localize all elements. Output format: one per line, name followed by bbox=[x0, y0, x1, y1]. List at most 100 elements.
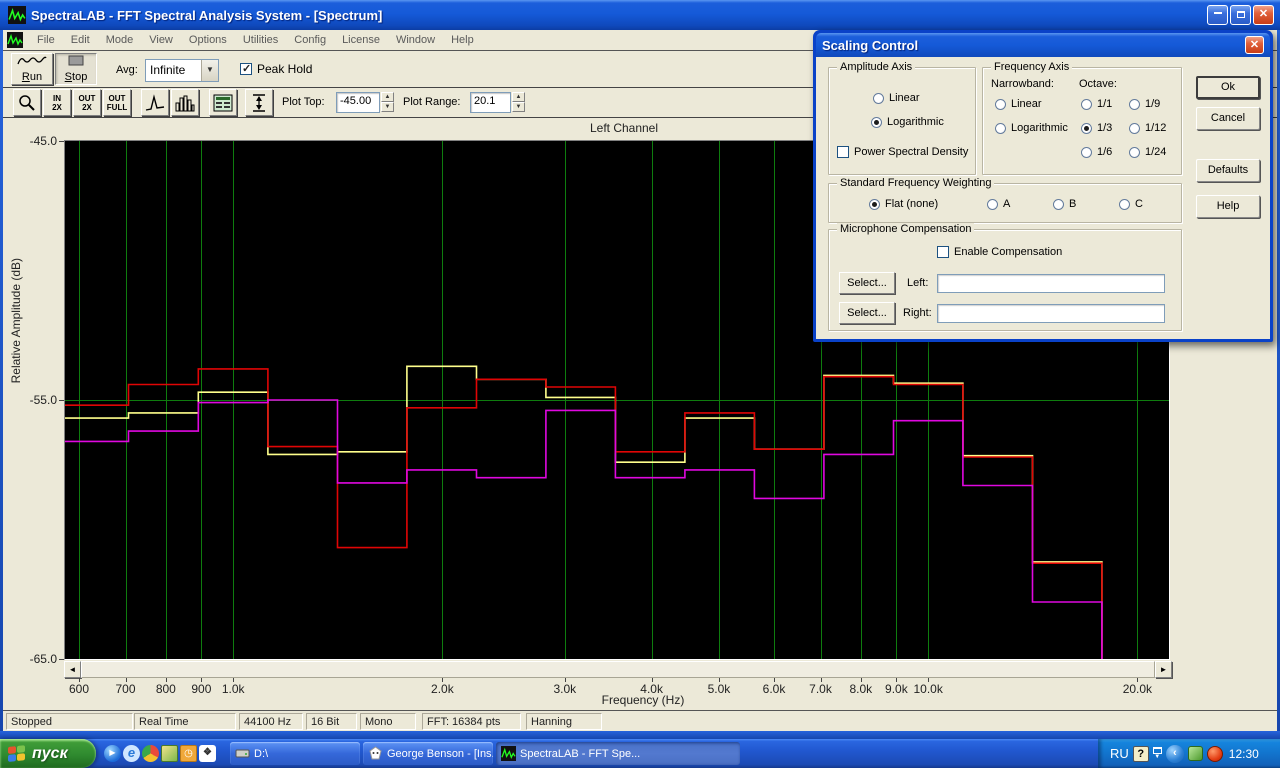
enable-compensation-checkbox[interactable]: Enable Compensation bbox=[937, 246, 1062, 258]
windows-flag-icon bbox=[8, 745, 26, 763]
amplitude-linear-radio[interactable]: Linear bbox=[873, 92, 920, 104]
bar-display-button[interactable] bbox=[171, 89, 199, 116]
avg-combobox[interactable]: Infinite ▼ bbox=[145, 59, 219, 82]
radio-icon bbox=[1119, 199, 1130, 210]
avg-label: Avg: bbox=[116, 64, 138, 76]
minimize-button[interactable] bbox=[1207, 5, 1228, 25]
task-button-spectralab[interactable]: SpectraLAB - FFT Spe... bbox=[496, 742, 740, 765]
zoom-button[interactable] bbox=[13, 89, 41, 116]
plot-top-field[interactable]: -45.00 bbox=[336, 92, 380, 113]
octave-1-9-radio[interactable]: 1/9 bbox=[1129, 98, 1160, 110]
narrowband-logarithmic-radio[interactable]: Logarithmic bbox=[995, 122, 1068, 134]
dialog-close-button[interactable]: ✕ bbox=[1245, 36, 1264, 54]
display-options-button[interactable] bbox=[209, 89, 237, 116]
ok-button[interactable]: Ok bbox=[1196, 76, 1260, 99]
zoom-out-2x-button[interactable]: OUT 2X bbox=[73, 89, 101, 116]
status-field: 16 Bit bbox=[306, 713, 357, 730]
plot-range-spinner[interactable]: ▲▼ bbox=[512, 92, 525, 112]
power-spectral-density-checkbox[interactable]: Power Spectral Density bbox=[837, 146, 968, 158]
left-compensation-input[interactable] bbox=[937, 274, 1165, 293]
app-icon bbox=[8, 6, 26, 24]
right-compensation-input[interactable] bbox=[937, 304, 1165, 323]
foobar-icon bbox=[368, 746, 383, 761]
horizontal-scrollbar[interactable]: ◄ ► bbox=[64, 661, 1172, 678]
y-tick bbox=[59, 141, 64, 142]
chrome-icon[interactable] bbox=[142, 745, 159, 762]
microphone-compensation-group: Microphone Compensation Enable Compensat… bbox=[828, 229, 1182, 331]
close-button[interactable]: ✕ bbox=[1253, 5, 1274, 25]
clock-app-icon[interactable]: ◷ bbox=[180, 745, 197, 762]
octave-1-3-radio[interactable]: 1/3 bbox=[1081, 122, 1112, 134]
stop-button[interactable]: Stop bbox=[55, 53, 97, 85]
plot-range-field[interactable]: 20.1 bbox=[470, 92, 511, 113]
select-right-button[interactable]: Select... bbox=[839, 302, 895, 324]
menu-item-help[interactable]: Help bbox=[443, 31, 482, 49]
weighting-flat-radio[interactable]: Flat (none) bbox=[869, 198, 938, 210]
spin-up-icon[interactable]: ▲ bbox=[381, 92, 394, 102]
peak-hold-checkbox[interactable]: Peak Hold bbox=[240, 62, 312, 76]
run-label: Run bbox=[12, 71, 52, 83]
menu-item-options[interactable]: Options bbox=[181, 31, 235, 49]
octave-1-24-radio[interactable]: 1/24 bbox=[1129, 146, 1166, 158]
media-player-icon[interactable]: ▶ bbox=[104, 745, 121, 762]
scroll-left-arrow[interactable]: ◄ bbox=[64, 661, 81, 678]
scrollbar-thumb[interactable] bbox=[81, 661, 1155, 678]
menu-item-view[interactable]: View bbox=[141, 31, 181, 49]
foobar2000-icon[interactable]: ❖ bbox=[199, 745, 216, 762]
green-tray-icon[interactable] bbox=[1188, 746, 1203, 761]
x-tick-label: 600 bbox=[57, 682, 101, 696]
amplitude-axis-group: Amplitude Axis Linear Logarithmic Power … bbox=[828, 67, 976, 175]
hidden-icons-chevron[interactable]: ‹ bbox=[1166, 745, 1184, 763]
scroll-right-arrow[interactable]: ► bbox=[1155, 661, 1172, 678]
restore-button[interactable] bbox=[1230, 5, 1251, 25]
weighting-c-radio[interactable]: C bbox=[1119, 198, 1143, 210]
menu-item-file[interactable]: File bbox=[29, 31, 63, 49]
menu-item-window[interactable]: Window bbox=[388, 31, 443, 49]
vertical-range-button[interactable] bbox=[245, 89, 273, 116]
octave-1-12-radio[interactable]: 1/12 bbox=[1129, 122, 1166, 134]
internet-explorer-icon[interactable]: e bbox=[123, 745, 140, 762]
magenta-trace bbox=[65, 400, 1169, 659]
zoom-in-2x-button[interactable]: IN 2X bbox=[43, 89, 71, 116]
weighting-a-radio[interactable]: A bbox=[987, 198, 1010, 210]
run-button[interactable]: Run bbox=[11, 53, 53, 85]
y-tick-label: -65.0 bbox=[15, 652, 57, 666]
tray-clock[interactable]: 12:30 bbox=[1229, 747, 1259, 761]
spin-down-icon[interactable]: ▼ bbox=[381, 102, 394, 112]
task-button-foobar[interactable]: George Benson - [Ins... bbox=[363, 742, 493, 765]
red-tray-icon[interactable] bbox=[1207, 746, 1223, 762]
defaults-button[interactable]: Defaults bbox=[1196, 159, 1260, 182]
start-button[interactable]: пуск bbox=[0, 739, 96, 768]
menu-item-utilities[interactable]: Utilities bbox=[235, 31, 286, 49]
window-frame-bottom bbox=[0, 731, 1280, 739]
language-indicator[interactable]: RU bbox=[1110, 746, 1129, 761]
cancel-button[interactable]: Cancel bbox=[1196, 107, 1260, 130]
dialog-title-bar[interactable]: Scaling Control ✕ bbox=[816, 33, 1270, 57]
weighting-b-radio[interactable]: B bbox=[1053, 198, 1076, 210]
menu-item-edit[interactable]: Edit bbox=[63, 31, 98, 49]
help-button[interactable]: Help bbox=[1196, 195, 1260, 218]
octave-1-1-radio[interactable]: 1/1 bbox=[1081, 98, 1112, 110]
spin-up-icon[interactable]: ▲ bbox=[512, 92, 525, 102]
spin-down-icon[interactable]: ▼ bbox=[512, 102, 525, 112]
chevron-down-icon[interactable]: ▼ bbox=[201, 60, 218, 81]
plot-top-spinner[interactable]: ▲▼ bbox=[381, 92, 394, 112]
frequency-axis-label: Frequency Axis bbox=[991, 61, 1072, 73]
picture-viewer-icon[interactable] bbox=[161, 745, 178, 762]
menu-item-license[interactable]: License bbox=[334, 31, 388, 49]
task-button-drive[interactable]: D:\ bbox=[230, 742, 360, 765]
menu-item-config[interactable]: Config bbox=[286, 31, 334, 49]
select-left-button[interactable]: Select... bbox=[839, 272, 895, 294]
zoom-out-full-button[interactable]: OUT FULL bbox=[103, 89, 131, 116]
octave-1-6-radio[interactable]: 1/6 bbox=[1081, 146, 1112, 158]
y-tick bbox=[59, 659, 64, 660]
spectralab-window: SpectraLAB - FFT Spectral Analysis Syste… bbox=[0, 0, 1280, 768]
restore-panel-icon[interactable]: ▼ bbox=[1153, 747, 1162, 760]
y-axis-title: Relative Amplitude (dB) bbox=[9, 258, 23, 383]
menu-item-mode[interactable]: Mode bbox=[98, 31, 142, 49]
help-tray-icon[interactable]: ? bbox=[1133, 746, 1149, 762]
narrowband-linear-radio[interactable]: Linear bbox=[995, 98, 1042, 110]
amplitude-logarithmic-radio[interactable]: Logarithmic bbox=[871, 116, 944, 128]
status-field: Mono bbox=[360, 713, 416, 730]
peak-curve-display-button[interactable] bbox=[141, 89, 169, 116]
